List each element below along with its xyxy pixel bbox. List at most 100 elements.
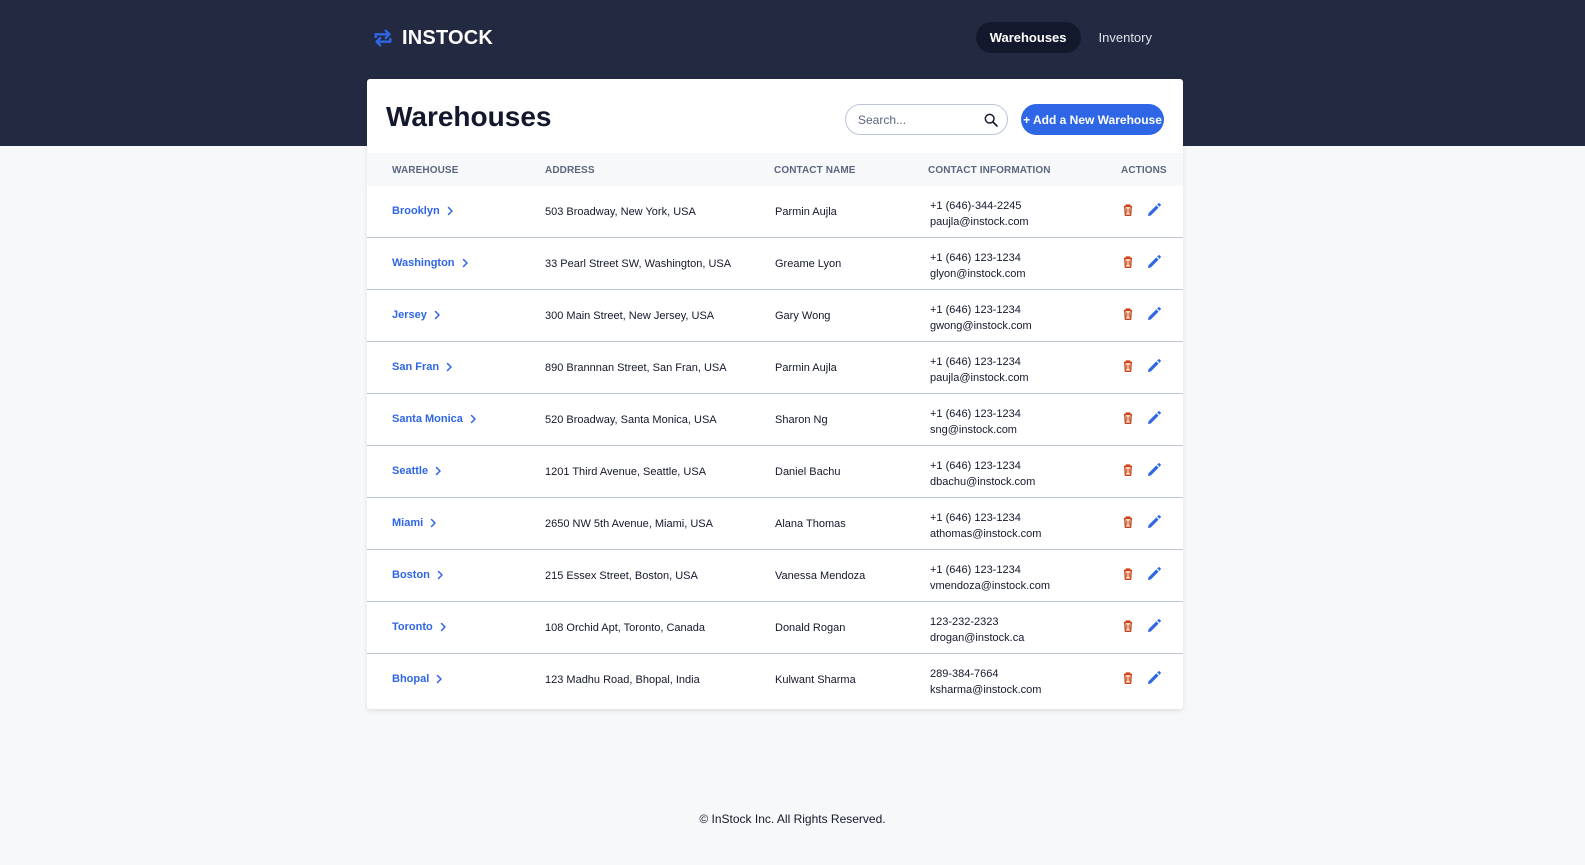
- trash-icon: [1123, 308, 1133, 320]
- contact-information: +1 (646) 123-1234 dbachu@instock.com: [930, 458, 1035, 490]
- warehouses-card: Warehouses + Add a New Warehouse WAREHOU…: [367, 79, 1183, 709]
- brand-logo[interactable]: INSTOCK: [372, 24, 493, 52]
- warehouse-address: 1201 Third Avenue, Seattle, USA: [545, 466, 707, 478]
- row-actions: [1119, 305, 1163, 323]
- contact-email: athomas@instock.com: [930, 528, 1042, 540]
- nav-warehouses[interactable]: Warehouses: [975, 22, 1081, 53]
- warehouse-link[interactable]: Boston: [392, 569, 446, 581]
- warehouse-link[interactable]: Brooklyn: [392, 205, 456, 217]
- contact-information: 289-384-7664 ksharma@instock.com: [930, 666, 1041, 698]
- trash-icon: [1123, 516, 1133, 528]
- chevron-right-icon: [446, 362, 452, 372]
- column-header-contact-information[interactable]: CONTACT INFORMATION: [928, 165, 1051, 176]
- warehouse-name: San Fran: [392, 361, 440, 373]
- nav-inventory[interactable]: Inventory: [1085, 22, 1166, 53]
- contact-email: vmendoza@instock.com: [930, 580, 1050, 592]
- warehouse-link[interactable]: Santa Monica: [392, 413, 479, 425]
- warehouse-name: Seattle: [392, 465, 429, 477]
- edit-button[interactable]: [1145, 357, 1163, 375]
- edit-button[interactable]: [1145, 513, 1163, 531]
- trash-icon: [1123, 568, 1133, 580]
- chevron-right-icon: [462, 258, 468, 268]
- search-icon[interactable]: [983, 112, 999, 128]
- row-actions: [1119, 201, 1163, 219]
- chevron-right-icon: [440, 622, 446, 632]
- table-row: Boston 215 Essex Street, Boston, USA Van…: [367, 550, 1183, 602]
- delete-button[interactable]: [1119, 513, 1137, 531]
- search-box[interactable]: [845, 104, 1008, 135]
- delete-button[interactable]: [1119, 565, 1137, 583]
- warehouse-address: 300 Main Street, New Jersey, USA: [545, 310, 715, 322]
- warehouse-link[interactable]: Seattle: [392, 465, 444, 477]
- contact-email: paujla@instock.com: [930, 216, 1029, 228]
- edit-button[interactable]: [1145, 461, 1163, 479]
- table-header: WAREHOUSE ADDRESS CONTACT NAME CONTACT I…: [367, 153, 1183, 186]
- warehouse-link[interactable]: Toronto: [392, 621, 449, 633]
- contact-email: dbachu@instock.com: [930, 476, 1036, 488]
- pencil-icon: [1148, 463, 1161, 476]
- warehouse-link[interactable]: Miami: [392, 517, 439, 529]
- edit-button[interactable]: [1145, 565, 1163, 583]
- contact-email: ksharma@instock.com: [930, 684, 1042, 696]
- add-warehouse-button[interactable]: + Add a New Warehouse: [1021, 104, 1164, 135]
- delete-button[interactable]: [1119, 305, 1137, 323]
- main-nav: Warehouses Inventory: [975, 22, 1166, 53]
- delete-button[interactable]: [1119, 617, 1137, 635]
- table-row: Toronto 108 Orchid Apt, Toronto, Canada …: [367, 602, 1183, 654]
- edit-button[interactable]: [1145, 201, 1163, 219]
- contact-phone: +1 (646) 123-1234: [930, 252, 1021, 264]
- trash-icon: [1123, 256, 1133, 268]
- column-header-contact-name[interactable]: CONTACT NAME: [774, 165, 856, 176]
- column-header-address[interactable]: ADDRESS: [545, 165, 595, 176]
- chevron-right-icon: [434, 310, 440, 320]
- table-row: Washington 33 Pearl Street SW, Washingto…: [367, 238, 1183, 290]
- warehouse-name: Toronto: [392, 621, 433, 633]
- trash-icon: [1123, 412, 1133, 424]
- contact-information: +1 (646) 123-1234 gwong@instock.com: [930, 302, 1032, 334]
- trash-icon: [1123, 204, 1133, 216]
- row-actions: [1119, 669, 1163, 687]
- trash-icon: [1123, 620, 1133, 632]
- warehouse-link[interactable]: Jersey: [392, 309, 443, 321]
- chevron-right-icon: [430, 518, 436, 528]
- contact-name: Kulwant Sharma: [775, 674, 856, 686]
- edit-button[interactable]: [1145, 617, 1163, 635]
- warehouse-link[interactable]: Bhopal: [392, 673, 445, 685]
- edit-button[interactable]: [1145, 253, 1163, 271]
- card-header: Warehouses + Add a New Warehouse: [367, 79, 1183, 153]
- brand-name: INSTOCK: [402, 26, 494, 49]
- trash-icon: [1123, 672, 1133, 684]
- contact-email: paujla@instock.com: [930, 372, 1029, 384]
- column-header-warehouse[interactable]: WAREHOUSE: [392, 165, 458, 176]
- chevron-right-icon: [435, 466, 441, 476]
- edit-button[interactable]: [1145, 305, 1163, 323]
- contact-phone: +1 (646) 123-1234: [930, 408, 1021, 420]
- chevron-right-icon: [437, 570, 443, 580]
- warehouse-link[interactable]: San Fran: [392, 361, 455, 373]
- delete-button[interactable]: [1119, 201, 1137, 219]
- edit-button[interactable]: [1145, 669, 1163, 687]
- delete-button[interactable]: [1119, 357, 1137, 375]
- pencil-icon: [1148, 671, 1161, 684]
- contact-name: Donald Rogan: [775, 622, 846, 634]
- delete-button[interactable]: [1119, 461, 1137, 479]
- warehouse-link[interactable]: Washington: [392, 257, 471, 269]
- warehouse-name: Jersey: [392, 309, 427, 321]
- delete-button[interactable]: [1119, 409, 1137, 427]
- contact-information: +1 (646) 123-1234 sng@instock.com: [930, 406, 1021, 438]
- trash-icon: [1123, 360, 1133, 372]
- delete-button[interactable]: [1119, 253, 1137, 271]
- edit-button[interactable]: [1145, 409, 1163, 427]
- contact-email: glyon@instock.com: [930, 268, 1026, 280]
- contact-phone: +1 (646) 123-1234: [930, 304, 1021, 316]
- warehouse-address: 33 Pearl Street SW, Washington, USA: [545, 258, 732, 270]
- contact-information: +1 (646)-344-2245 paujla@instock.com: [930, 198, 1029, 230]
- warehouse-address: 503 Broadway, New York, USA: [545, 206, 696, 218]
- contact-name: Gary Wong: [775, 310, 831, 322]
- warehouse-address: 2650 NW 5th Avenue, Miami, USA: [545, 518, 713, 530]
- table-row: Jersey 300 Main Street, New Jersey, USA …: [367, 290, 1183, 342]
- delete-button[interactable]: [1119, 669, 1137, 687]
- warehouse-address: 215 Essex Street, Boston, USA: [545, 570, 698, 582]
- contact-phone: +1 (646) 123-1234: [930, 512, 1021, 524]
- search-input[interactable]: [858, 112, 983, 127]
